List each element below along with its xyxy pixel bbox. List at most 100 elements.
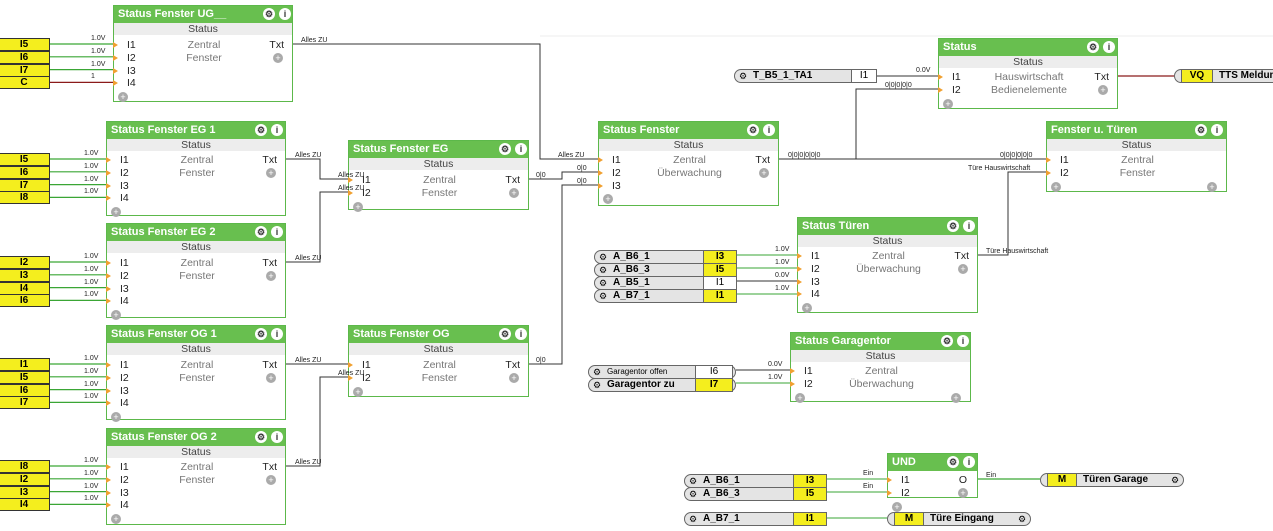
- input-port-arrow[interactable]: [106, 476, 111, 483]
- input-port-arrow[interactable]: [797, 291, 802, 298]
- signal-source[interactable]: ⚙ A_B7_1 I1: [684, 512, 827, 526]
- gear-icon[interactable]: ⚙: [1087, 41, 1099, 53]
- input-port-arrow[interactable]: [106, 298, 111, 305]
- gear-icon[interactable]: ⚙: [599, 277, 607, 289]
- output-target[interactable]: M Türe Eingang ⚙: [887, 512, 1031, 526]
- logic-block-ug[interactable]: Status Fenster UG__ ⚙ i Status I1 I2 I3 I4 + Zent…: [113, 5, 293, 103]
- add-input-icon[interactable]: +: [802, 303, 812, 314]
- add-input-icon[interactable]: +: [892, 501, 902, 512]
- gear-icon[interactable]: ⚙: [689, 513, 697, 525]
- output-target[interactable]: M Türen Garage ⚙: [1040, 473, 1184, 487]
- input-port-arrow[interactable]: [797, 265, 802, 272]
- add-output-icon[interactable]: +: [509, 187, 519, 198]
- input-port-arrow[interactable]: [1046, 157, 1051, 163]
- gear-icon[interactable]: ⚙: [255, 328, 267, 340]
- logic-block-og1[interactable]: Status Fenster OG 1 ⚙ i Status I1 I2 I3 I4 + Zent…: [106, 325, 286, 423]
- input-port-arrow[interactable]: [106, 260, 111, 266]
- gear-icon[interactable]: ⚙: [263, 8, 275, 20]
- add-input-icon[interactable]: +: [603, 194, 613, 205]
- add-input-icon[interactable]: +: [1051, 181, 1061, 192]
- gear-icon[interactable]: ⚙: [599, 251, 607, 263]
- add-output-icon[interactable]: +: [759, 167, 769, 178]
- gear-icon[interactable]: ⚙: [593, 379, 601, 391]
- logic-block-og[interactable]: Status Fenster OG ⚙ i Status I1 I2 + Zentral Fen…: [348, 325, 529, 397]
- input-port-arrow[interactable]: [797, 253, 802, 259]
- add-input-icon[interactable]: +: [111, 514, 121, 525]
- input-port-arrow[interactable]: [797, 278, 802, 285]
- input-port-arrow[interactable]: [106, 157, 111, 163]
- input-port-arrow[interactable]: [106, 489, 111, 496]
- logic-block-sf[interactable]: Status Fenster ⚙ i Status I1 I2 I3 + Zentral Über…: [598, 121, 779, 206]
- signal-source[interactable]: ⚙ A_B5_1 I1: [594, 276, 737, 290]
- logic-block-eg1[interactable]: Status Fenster EG 1 ⚙ i Status I1 I2 I3 I4 + Zent…: [106, 121, 286, 218]
- gear-icon[interactable]: ⚙: [941, 335, 953, 347]
- input-port-arrow[interactable]: [106, 374, 111, 381]
- input-port-arrow[interactable]: [938, 74, 943, 80]
- input-port-arrow[interactable]: [598, 182, 603, 189]
- gear-icon[interactable]: ⚙: [1018, 513, 1026, 525]
- info-icon[interactable]: i: [1103, 41, 1115, 53]
- input-port-arrow[interactable]: [106, 387, 111, 394]
- input-port-arrow[interactable]: [598, 169, 603, 176]
- logic-block-st[interactable]: Status ⚙ i Status I1 I2 + Hauswirtschaft Bediene…: [938, 38, 1118, 109]
- signal-source[interactable]: ⚙ Garagentor offen I6: [588, 365, 736, 379]
- gear-icon[interactable]: ⚙: [689, 475, 697, 487]
- input-port-arrow[interactable]: [106, 272, 111, 279]
- input-port-arrow[interactable]: [106, 285, 111, 292]
- info-icon[interactable]: i: [957, 335, 969, 347]
- info-icon[interactable]: i: [515, 328, 527, 340]
- logic-block-gar[interactable]: Status Garagentor ⚙ i Status I1 I2 + Zentral Übe…: [790, 332, 971, 403]
- signal-source[interactable]: ⚙ A_B6_1 I3: [684, 474, 827, 488]
- add-output-icon[interactable]: +: [958, 263, 968, 274]
- add-output-icon[interactable]: +: [266, 270, 276, 281]
- input-port-arrow[interactable]: [106, 502, 111, 509]
- add-output-icon[interactable]: +: [951, 392, 961, 403]
- gear-icon[interactable]: ⚙: [499, 328, 511, 340]
- add-output-icon[interactable]: +: [1207, 181, 1217, 192]
- gear-icon[interactable]: ⚙: [593, 366, 601, 378]
- info-icon[interactable]: i: [763, 124, 775, 136]
- gear-icon[interactable]: ⚙: [599, 264, 607, 276]
- info-icon[interactable]: i: [963, 456, 975, 468]
- add-input-icon[interactable]: +: [353, 386, 363, 397]
- gear-icon[interactable]: ⚙: [1195, 124, 1207, 136]
- input-port-arrow[interactable]: [106, 400, 111, 407]
- info-icon[interactable]: i: [279, 8, 291, 20]
- logic-block-eg[interactable]: Status Fenster EG ⚙ i Status I1 I2 + Zentral Fen…: [348, 140, 529, 212]
- gear-icon[interactable]: ⚙: [947, 220, 959, 232]
- info-icon[interactable]: i: [271, 124, 283, 136]
- input-port-arrow[interactable]: [113, 54, 118, 61]
- info-icon[interactable]: i: [271, 226, 283, 238]
- logic-block-eg2[interactable]: Status Fenster EG 2 ⚙ i Status I1 I2 I3 I4 + Zent…: [106, 223, 286, 321]
- input-port-arrow[interactable]: [106, 195, 111, 202]
- gear-icon[interactable]: ⚙: [255, 431, 267, 443]
- add-output-icon[interactable]: +: [273, 52, 283, 63]
- gear-icon[interactable]: ⚙: [739, 70, 747, 82]
- gear-icon[interactable]: ⚙: [255, 124, 267, 136]
- info-icon[interactable]: i: [271, 431, 283, 443]
- add-output-icon[interactable]: +: [266, 372, 276, 383]
- gear-icon[interactable]: ⚙: [1171, 474, 1179, 486]
- add-input-icon[interactable]: +: [111, 207, 121, 218]
- info-icon[interactable]: i: [1211, 124, 1223, 136]
- logic-block-og2[interactable]: Status Fenster OG 2 ⚙ i Status I1 I2 I3 I4 + Zent…: [106, 428, 286, 525]
- signal-source[interactable]: ⚙ A_B6_3 I5: [684, 487, 827, 501]
- input-port-arrow[interactable]: [113, 67, 118, 74]
- logic-block-und[interactable]: UND ⚙ i I1 I2 + O +: [887, 453, 978, 512]
- input-port-arrow[interactable]: [113, 80, 118, 87]
- signal-source[interactable]: ⚙ A_B6_1 I3: [594, 250, 737, 264]
- gear-icon[interactable]: ⚙: [689, 488, 697, 500]
- input-port-arrow[interactable]: [887, 477, 892, 483]
- input-port-arrow[interactable]: [106, 169, 111, 176]
- info-icon[interactable]: i: [271, 328, 283, 340]
- input-port-arrow[interactable]: [790, 380, 795, 387]
- input-port-arrow[interactable]: [106, 182, 111, 189]
- input-port-arrow[interactable]: [598, 157, 603, 163]
- signal-source[interactable]: ⚙ A_B6_3 I5: [594, 263, 737, 277]
- gear-icon[interactable]: ⚙: [255, 226, 267, 238]
- signal-source[interactable]: ⚙ T_B5_1_TA1 I1: [734, 69, 877, 83]
- add-output-icon[interactable]: +: [1098, 84, 1108, 95]
- signal-source[interactable]: ⚙ Garagentor zu I7: [588, 378, 736, 392]
- input-port-arrow[interactable]: [348, 362, 353, 368]
- info-icon[interactable]: i: [515, 143, 527, 155]
